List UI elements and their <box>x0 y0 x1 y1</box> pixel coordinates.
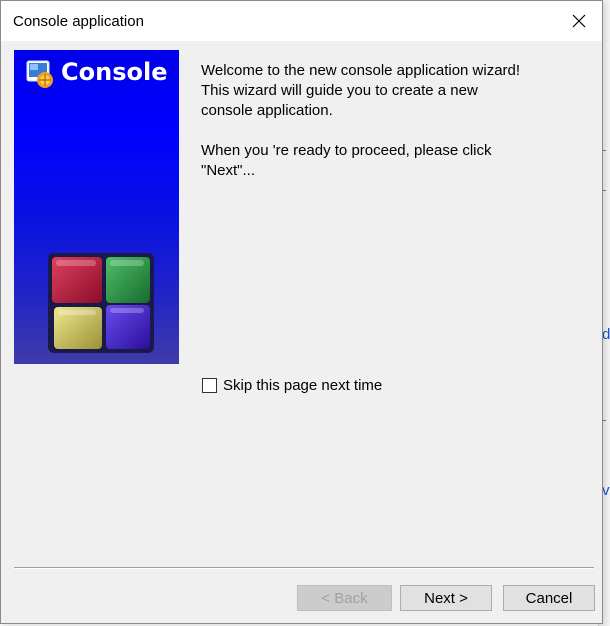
skip-page-checkbox[interactable] <box>202 378 217 393</box>
welcome-line: Welcome to the new console application w… <box>201 62 521 79</box>
welcome-text: Welcome to the new console application w… <box>201 61 581 181</box>
codeblocks-cubes-logo <box>48 253 154 353</box>
next-button[interactable]: Next > <box>400 585 492 611</box>
banner-title: Console <box>61 58 168 86</box>
console-application-dialog: Console application Console Welcome to t… <box>0 0 603 624</box>
skip-page-label[interactable]: Skip this page next time <box>223 377 382 394</box>
wizard-banner: Console <box>14 50 179 364</box>
close-button[interactable] <box>556 1 602 41</box>
close-icon <box>572 14 586 28</box>
button-separator <box>14 567 594 569</box>
proceed-line: When you 're ready to proceed, please cl… <box>201 142 492 159</box>
codeblocks-icon <box>26 60 53 88</box>
skip-page-option[interactable]: Skip this page next time <box>202 377 382 394</box>
back-button[interactable]: < Back <box>297 585 392 611</box>
proceed-line: "Next"... <box>201 162 255 179</box>
cancel-button[interactable]: Cancel <box>503 585 595 611</box>
welcome-line: This wizard will guide you to create a n… <box>201 82 478 99</box>
background-link-glyph: v <box>602 482 610 499</box>
window-title: Console application <box>13 13 144 30</box>
background-link-glyph: d <box>602 326 610 343</box>
title-bar: Console application <box>1 1 602 41</box>
welcome-line: console application. <box>201 102 333 119</box>
